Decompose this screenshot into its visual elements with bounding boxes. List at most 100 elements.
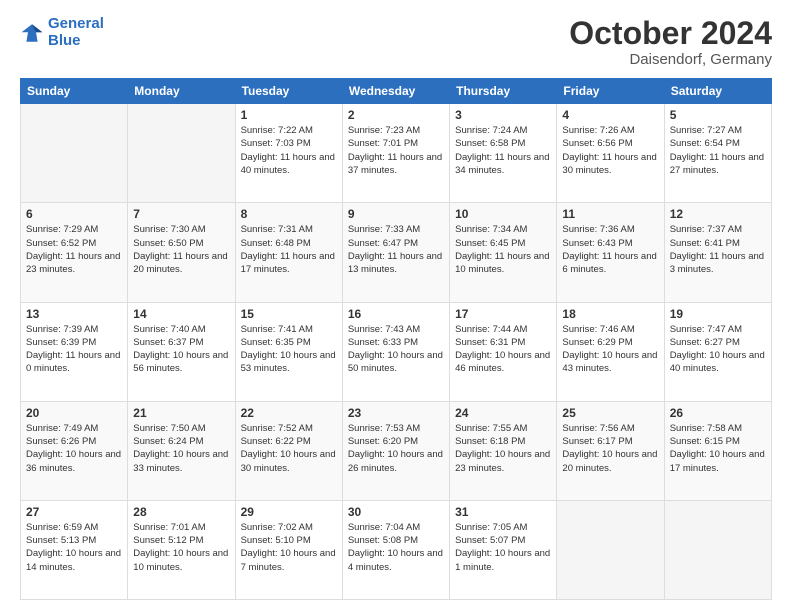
table-row: 25Sunrise: 7:56 AM Sunset: 6:17 PM Dayli… bbox=[557, 401, 664, 500]
calendar-header-row: Sunday Monday Tuesday Wednesday Thursday… bbox=[21, 79, 772, 104]
title-block: October 2024 Daisendorf, Germany bbox=[569, 16, 772, 68]
table-row bbox=[557, 500, 664, 599]
day-number: 24 bbox=[455, 406, 551, 420]
day-info: Sunrise: 7:56 AM Sunset: 6:17 PM Dayligh… bbox=[562, 422, 658, 475]
day-info: Sunrise: 7:41 AM Sunset: 6:35 PM Dayligh… bbox=[241, 323, 337, 376]
day-number: 9 bbox=[348, 207, 444, 221]
day-number: 8 bbox=[241, 207, 337, 221]
header: General Blue October 2024 Daisendorf, Ge… bbox=[20, 16, 772, 68]
table-row: 24 Sunrise: 7:55 AM Sunset: 6:18 PM Dayli… bbox=[450, 401, 557, 500]
day-info: Sunrise: 7:30 AM Sunset: 6:50 PM Dayligh… bbox=[133, 223, 229, 276]
table-row: 9 Sunrise: 7:33 AM Sunset: 6:47 PM Daylig… bbox=[342, 203, 449, 302]
table-row: 3 Sunrise: 7:24 AM Sunset: 6:58 PM Daylig… bbox=[450, 104, 557, 203]
day-number: 18 bbox=[562, 307, 658, 321]
day-number: 26 bbox=[670, 406, 766, 420]
day-number: 22 bbox=[241, 406, 337, 420]
day-info: Sunrise: 7:44 AM Sunset: 6:31 PM Dayligh… bbox=[455, 323, 551, 376]
day-number: 10 bbox=[455, 207, 551, 221]
col-tuesday: Tuesday bbox=[235, 79, 342, 104]
logo-text: General Blue bbox=[48, 16, 104, 49]
day-info: Sunrise: 7:23 AM Sunset: 7:01 PM Dayligh… bbox=[348, 124, 444, 177]
day-info: Sunrise: 7:50 AM Sunset: 6:24 PM Dayligh… bbox=[133, 422, 229, 475]
day-number: 13 bbox=[26, 307, 122, 321]
day-number: 20 bbox=[26, 406, 122, 420]
table-row: 5 Sunrise: 7:27 AM Sunset: 6:54 PM Daylig… bbox=[664, 104, 771, 203]
day-number: 29 bbox=[241, 505, 337, 519]
calendar-week-row: 6Sunrise: 7:29 AM Sunset: 6:52 PM Daylig… bbox=[21, 203, 772, 302]
table-row: 17 Sunrise: 7:44 AM Sunset: 6:31 PM Dayli… bbox=[450, 302, 557, 401]
day-info: Sunrise: 7:27 AM Sunset: 6:54 PM Dayligh… bbox=[670, 124, 766, 177]
table-row: 6Sunrise: 7:29 AM Sunset: 6:52 PM Daylig… bbox=[21, 203, 128, 302]
table-row: 21 Sunrise: 7:50 AM Sunset: 6:24 PM Dayli… bbox=[128, 401, 235, 500]
calendar-week-row: 1 Sunrise: 7:22 AM Sunset: 7:03 PM Daylig… bbox=[21, 104, 772, 203]
logo: General Blue bbox=[20, 16, 104, 49]
table-row: 29 Sunrise: 7:02 AM Sunset: 5:10 PM Dayli… bbox=[235, 500, 342, 599]
table-row bbox=[664, 500, 771, 599]
day-info: Sunrise: 7:26 AM Sunset: 6:56 PM Dayligh… bbox=[562, 124, 658, 177]
day-info: Sunrise: 7:37 AM Sunset: 6:41 PM Dayligh… bbox=[670, 223, 766, 276]
day-info: Sunrise: 7:04 AM Sunset: 5:08 PM Dayligh… bbox=[348, 521, 444, 574]
table-row: 18 Sunrise: 7:46 AM Sunset: 6:29 PM Dayli… bbox=[557, 302, 664, 401]
table-row: 28Sunrise: 7:01 AM Sunset: 5:12 PM Dayli… bbox=[128, 500, 235, 599]
day-number: 28 bbox=[133, 505, 229, 519]
table-row: 13 Sunrise: 7:39 AM Sunset: 6:39 PM Dayli… bbox=[21, 302, 128, 401]
day-info: Sunrise: 7:02 AM Sunset: 5:10 PM Dayligh… bbox=[241, 521, 337, 574]
day-number: 15 bbox=[241, 307, 337, 321]
day-info: Sunrise: 7:33 AM Sunset: 6:47 PM Dayligh… bbox=[348, 223, 444, 276]
day-number: 21 bbox=[133, 406, 229, 420]
day-info: Sunrise: 7:05 AM Sunset: 5:07 PM Dayligh… bbox=[455, 521, 551, 574]
table-row: 1 Sunrise: 7:22 AM Sunset: 7:03 PM Daylig… bbox=[235, 104, 342, 203]
day-info: Sunrise: 7:39 AM Sunset: 6:39 PM Dayligh… bbox=[26, 323, 122, 376]
day-info: Sunrise: 7:31 AM Sunset: 6:48 PM Dayligh… bbox=[241, 223, 337, 276]
day-number: 16 bbox=[348, 307, 444, 321]
table-row: 26Sunrise: 7:58 AM Sunset: 6:15 PM Dayli… bbox=[664, 401, 771, 500]
day-info: Sunrise: 7:40 AM Sunset: 6:37 PM Dayligh… bbox=[133, 323, 229, 376]
day-number: 5 bbox=[670, 108, 766, 122]
day-number: 17 bbox=[455, 307, 551, 321]
table-row bbox=[128, 104, 235, 203]
table-row: 30 Sunrise: 7:04 AM Sunset: 5:08 PM Dayli… bbox=[342, 500, 449, 599]
table-row: 11Sunrise: 7:36 AM Sunset: 6:43 PM Dayli… bbox=[557, 203, 664, 302]
calendar-week-row: 20 Sunrise: 7:49 AM Sunset: 6:26 PM Dayli… bbox=[21, 401, 772, 500]
day-info: Sunrise: 7:22 AM Sunset: 7:03 PM Dayligh… bbox=[241, 124, 337, 177]
col-saturday: Saturday bbox=[664, 79, 771, 104]
table-row: 15 Sunrise: 7:41 AM Sunset: 6:35 PM Dayli… bbox=[235, 302, 342, 401]
col-sunday: Sunday bbox=[21, 79, 128, 104]
table-row: 20 Sunrise: 7:49 AM Sunset: 6:26 PM Dayli… bbox=[21, 401, 128, 500]
table-row: 27 Sunrise: 6:59 AM Sunset: 5:13 PM Dayli… bbox=[21, 500, 128, 599]
table-row: 31Sunrise: 7:05 AM Sunset: 5:07 PM Dayli… bbox=[450, 500, 557, 599]
table-row: 22 Sunrise: 7:52 AM Sunset: 6:22 PM Dayli… bbox=[235, 401, 342, 500]
day-info: Sunrise: 7:53 AM Sunset: 6:20 PM Dayligh… bbox=[348, 422, 444, 475]
calendar-week-row: 13 Sunrise: 7:39 AM Sunset: 6:39 PM Dayli… bbox=[21, 302, 772, 401]
table-row: 4 Sunrise: 7:26 AM Sunset: 6:56 PM Daylig… bbox=[557, 104, 664, 203]
table-row: 23Sunrise: 7:53 AM Sunset: 6:20 PM Dayli… bbox=[342, 401, 449, 500]
day-number: 27 bbox=[26, 505, 122, 519]
day-info: Sunrise: 7:24 AM Sunset: 6:58 PM Dayligh… bbox=[455, 124, 551, 177]
table-row: 2Sunrise: 7:23 AM Sunset: 7:01 PM Daylig… bbox=[342, 104, 449, 203]
col-friday: Friday bbox=[557, 79, 664, 104]
day-info: Sunrise: 7:34 AM Sunset: 6:45 PM Dayligh… bbox=[455, 223, 551, 276]
day-number: 4 bbox=[562, 108, 658, 122]
table-row bbox=[21, 104, 128, 203]
day-info: Sunrise: 7:49 AM Sunset: 6:26 PM Dayligh… bbox=[26, 422, 122, 475]
day-number: 14 bbox=[133, 307, 229, 321]
table-row: 14 Sunrise: 7:40 AM Sunset: 6:37 PM Dayli… bbox=[128, 302, 235, 401]
table-row: 8 Sunrise: 7:31 AM Sunset: 6:48 PM Daylig… bbox=[235, 203, 342, 302]
day-number: 1 bbox=[241, 108, 337, 122]
table-row: 12 Sunrise: 7:37 AM Sunset: 6:41 PM Dayli… bbox=[664, 203, 771, 302]
day-number: 11 bbox=[562, 207, 658, 221]
calendar-week-row: 27 Sunrise: 6:59 AM Sunset: 5:13 PM Dayli… bbox=[21, 500, 772, 599]
day-info: Sunrise: 6:59 AM Sunset: 5:13 PM Dayligh… bbox=[26, 521, 122, 574]
day-info: Sunrise: 7:46 AM Sunset: 6:29 PM Dayligh… bbox=[562, 323, 658, 376]
col-monday: Monday bbox=[128, 79, 235, 104]
day-info: Sunrise: 7:55 AM Sunset: 6:18 PM Dayligh… bbox=[455, 422, 551, 475]
page: General Blue October 2024 Daisendorf, Ge… bbox=[0, 0, 792, 612]
location: Daisendorf, Germany bbox=[569, 51, 772, 68]
day-number: 30 bbox=[348, 505, 444, 519]
day-info: Sunrise: 7:52 AM Sunset: 6:22 PM Dayligh… bbox=[241, 422, 337, 475]
calendar-table: Sunday Monday Tuesday Wednesday Thursday… bbox=[20, 78, 772, 600]
day-number: 12 bbox=[670, 207, 766, 221]
col-wednesday: Wednesday bbox=[342, 79, 449, 104]
day-number: 3 bbox=[455, 108, 551, 122]
month-title: October 2024 bbox=[569, 16, 772, 51]
